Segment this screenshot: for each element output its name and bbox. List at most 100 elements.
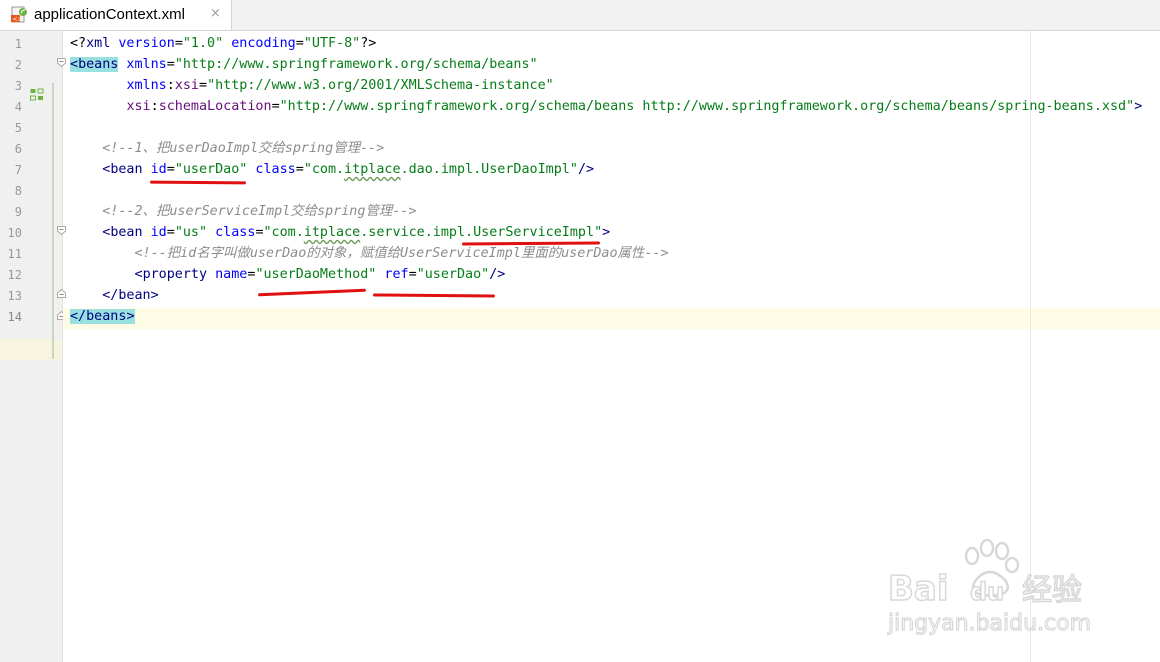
token: "userDaoMethod" — [255, 267, 377, 282]
token: xml — [86, 36, 111, 51]
token: <!--2、 — [102, 204, 156, 219]
line-number: 1 — [14, 37, 22, 51]
token: userDao — [561, 246, 618, 261]
watermark-brand-left: Bai — [888, 569, 949, 609]
annotation-underline — [372, 293, 496, 298]
code-line-3[interactable]: xmlns:xsi="http://www.w3.org/2001/XMLSch… — [70, 75, 553, 96]
token: = — [199, 78, 208, 93]
line-number-gutter: 1 2 3 4 5 6 7 8 9 10 11 12 13 14 — [0, 31, 66, 662]
token: id — [142, 162, 167, 177]
code-line-1[interactable]: <?xml version="1.0" encoding="UTF-8"?> — [70, 33, 376, 54]
token: = — [166, 57, 175, 72]
line-number: 13 — [7, 289, 22, 303]
token: = — [166, 162, 175, 177]
code-line-13[interactable]: </bean> — [70, 285, 158, 306]
token: : — [150, 99, 159, 114]
token: "http://www.springframework.org/schema/b… — [174, 57, 538, 72]
token: = — [408, 267, 417, 282]
token: version — [110, 36, 175, 51]
matched-tag-highlight: <beans — [70, 57, 119, 72]
code-line-12[interactable]: <property name="userDaoMethod" ref="user… — [70, 264, 506, 285]
token: --> — [392, 204, 417, 219]
token: 管理 — [333, 141, 360, 156]
token: = — [271, 99, 280, 114]
token: xmlns — [118, 57, 167, 72]
line-number: 12 — [7, 268, 22, 282]
token: </ — [102, 288, 119, 303]
token: bean — [118, 288, 151, 303]
token: beans — [86, 309, 127, 324]
line-number: 3 — [14, 79, 22, 93]
token: ref — [376, 267, 409, 282]
baidu-jingyan-watermark: Bai du 经验 jingyan.baidu.com — [886, 538, 1092, 637]
token: ?> — [360, 36, 377, 51]
token: itplace — [344, 162, 401, 177]
token: UserServiceImpl — [400, 246, 521, 261]
token: xsi — [126, 99, 151, 114]
code-line-9[interactable]: <!--2、把userServiceImpl交给spring管理--> — [70, 201, 416, 222]
code-line-7[interactable]: <bean id="userDao" class="com.itplace.da… — [70, 159, 594, 180]
token: userDaoImpl — [169, 141, 259, 156]
token: /> — [489, 267, 506, 282]
token: .dao.impl.UserDaoImpl" — [400, 162, 578, 177]
token: bean — [110, 225, 143, 240]
token: class — [207, 225, 256, 240]
line-number: 5 — [14, 121, 22, 135]
code-line-2[interactable]: <beans xmlns="http://www.springframework… — [70, 54, 538, 75]
token: <!--1、 — [102, 141, 156, 156]
token: userDao — [249, 246, 307, 261]
token: UserServiceImpl — [473, 225, 595, 240]
token: = — [174, 36, 183, 51]
token: id — [180, 246, 197, 261]
token: = — [255, 225, 264, 240]
token: "UTF-8" — [303, 36, 361, 51]
editor-tab-bar: <> applicationContext.xml × — [0, 0, 1160, 31]
token: userServiceImpl — [169, 204, 291, 219]
token: --> — [644, 246, 669, 261]
code-line-4[interactable]: xsi:schemaLocation="http://www.springfra… — [70, 96, 1142, 117]
token: 的对象，赋值给 — [306, 246, 400, 261]
code-line-10[interactable]: <bean id="us" class="com.itplace.service… — [70, 222, 610, 243]
token: = — [295, 162, 304, 177]
token: .service.impl. — [360, 225, 474, 240]
token: "com. — [263, 225, 304, 240]
current-line-highlight — [63, 308, 1160, 329]
token: "http://www.springframework.org/schema/b… — [279, 99, 1135, 114]
token: < — [70, 57, 79, 72]
token: itplace — [303, 225, 361, 240]
spring-bean-gutter-icon[interactable] — [30, 88, 45, 101]
line-number: 7 — [14, 163, 22, 177]
tab-title: applicationContext.xml — [34, 6, 185, 23]
vcs-change-marker[interactable] — [52, 83, 54, 359]
token: 交给 — [258, 141, 285, 156]
token: 属性 — [617, 246, 645, 261]
token: "com. — [303, 162, 345, 177]
token: "1.0" — [182, 36, 224, 51]
line-number: 10 — [7, 226, 22, 240]
token: > — [602, 225, 611, 240]
close-icon[interactable]: × — [210, 5, 221, 23]
token: class — [247, 162, 296, 177]
annotation-underline — [149, 180, 247, 185]
matched-tag-highlight: </beans> — [70, 309, 135, 324]
code-line-6[interactable]: <!--1、把userDaoImpl交给spring管理--> — [70, 138, 384, 159]
token: > — [1134, 99, 1143, 114]
spring-xml-file-icon: <> — [11, 6, 27, 23]
token: bean — [110, 162, 143, 177]
token: beans — [78, 57, 119, 72]
line-number: 4 — [14, 100, 22, 114]
token: 把 — [166, 246, 181, 261]
token: /> — [577, 162, 595, 177]
token: < — [134, 267, 143, 282]
code-line-14[interactable]: </beans> — [70, 306, 135, 327]
tab-application-context[interactable]: <> applicationContext.xml × — [0, 0, 232, 30]
token: : — [166, 78, 175, 93]
line-number: 9 — [14, 205, 22, 219]
code-line-11[interactable]: <!--把id名字叫做userDao的对象，赋值给UserServiceImpl… — [70, 243, 669, 264]
